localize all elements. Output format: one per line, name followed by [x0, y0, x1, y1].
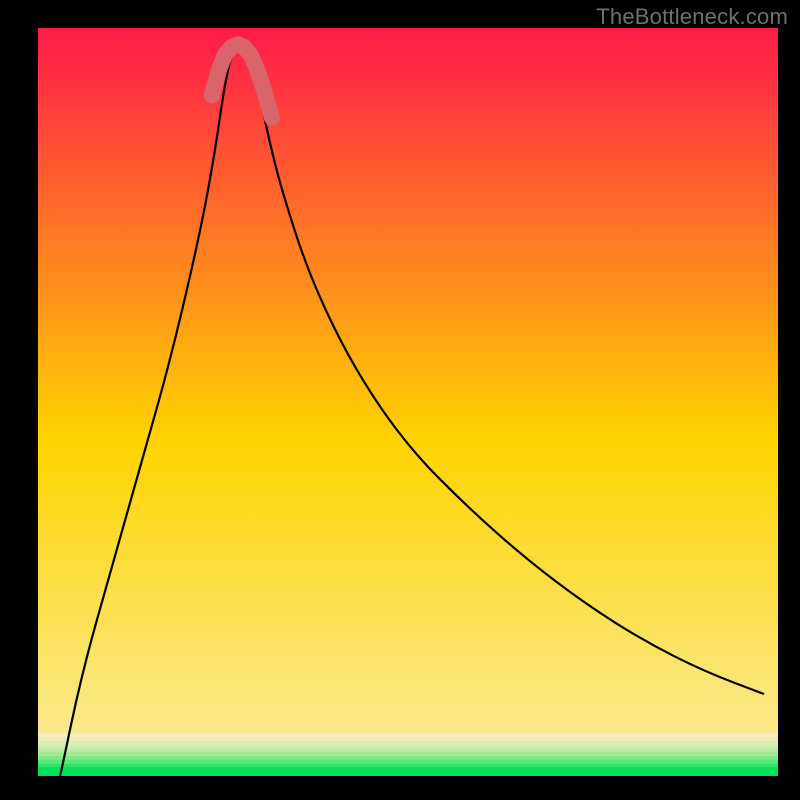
plot-background: [38, 28, 778, 776]
color-band-0: [38, 767, 778, 776]
color-band-5: [38, 748, 778, 752]
notch-marker-seg: [264, 92, 271, 118]
color-band-4: [38, 752, 778, 756]
bottleneck-chart: [0, 0, 800, 800]
chart-frame: TheBottleneck.com: [0, 0, 800, 800]
color-band-7: [38, 741, 778, 745]
color-band-8: [38, 737, 778, 741]
color-band-6: [38, 745, 778, 749]
color-band-2: [38, 760, 778, 764]
color-band-9: [38, 733, 778, 737]
watermark-text: TheBottleneck.com: [596, 4, 788, 30]
color-band-1: [38, 763, 778, 767]
color-band-3: [38, 756, 778, 760]
